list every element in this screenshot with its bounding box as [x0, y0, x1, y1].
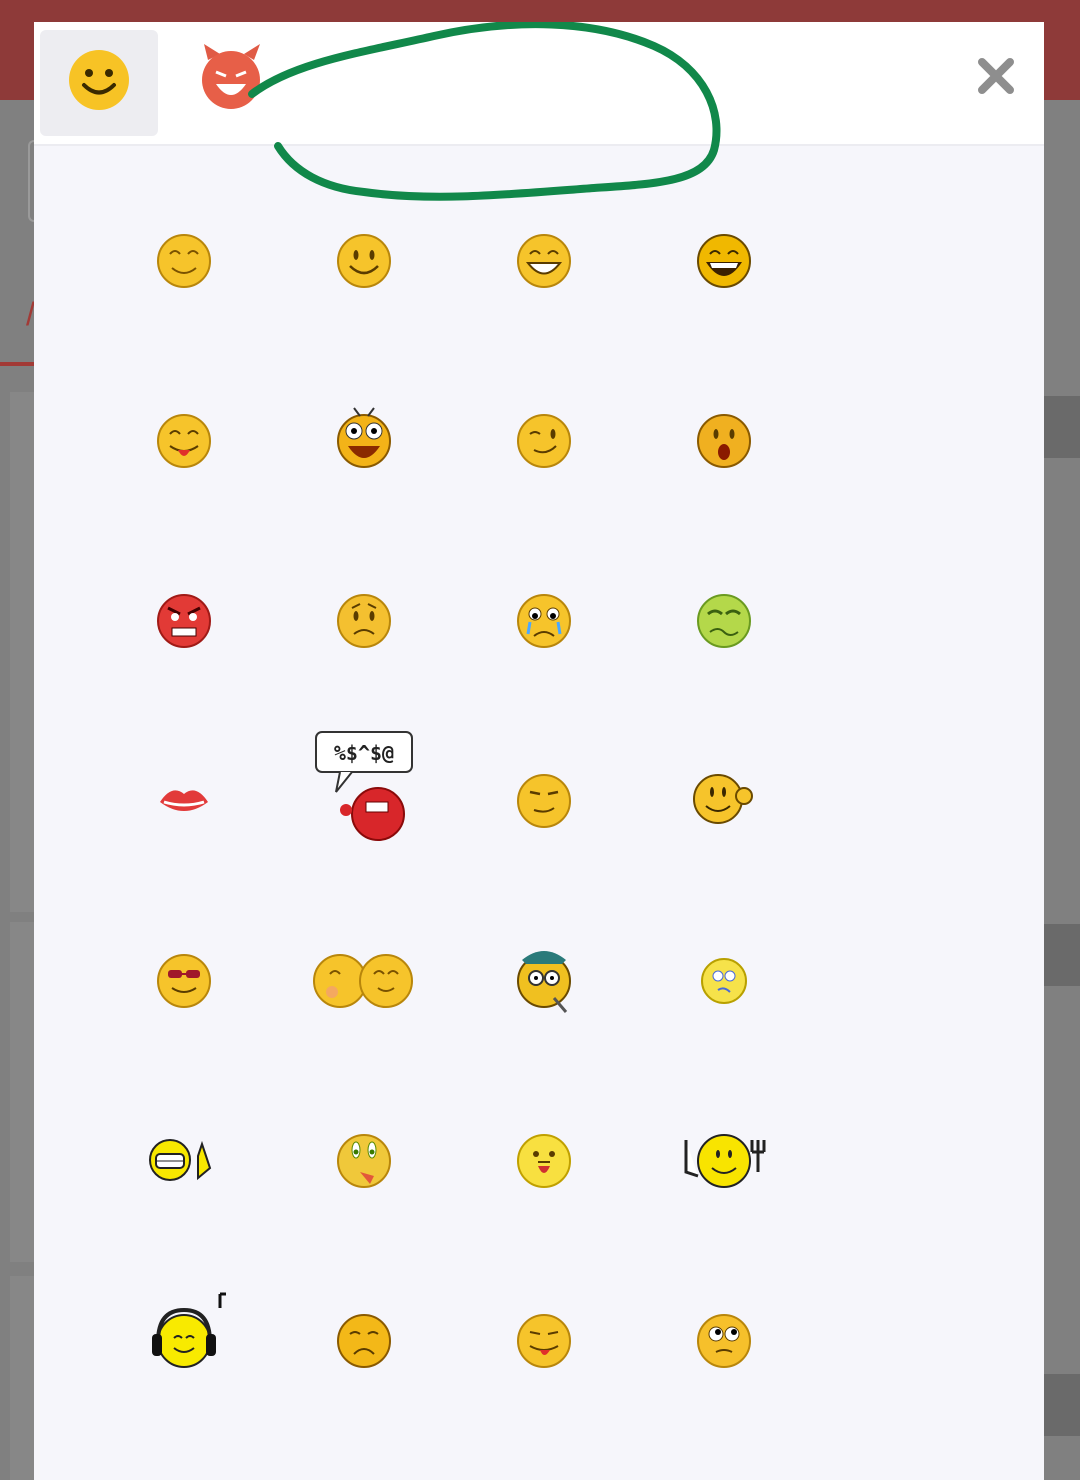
emoticon-button[interactable]	[454, 864, 634, 1044]
emoticon-button[interactable]	[634, 144, 814, 324]
nerd-magnifier-emoticon-icon	[517, 951, 571, 1013]
confused-emoticon-icon	[701, 958, 747, 1004]
emoji-picker-panel: %$^$@	[34, 22, 1044, 1480]
emoticon-button[interactable]	[94, 864, 274, 1044]
silly-emoticon-icon	[517, 1134, 571, 1188]
emoticon-button[interactable]	[634, 324, 814, 504]
emoticon-button[interactable]: %$^$@	[274, 684, 454, 864]
close-button[interactable]	[976, 56, 1016, 96]
emoticon-button[interactable]	[94, 144, 274, 324]
emoticon-button[interactable]	[454, 504, 634, 684]
emoticon-button[interactable]	[634, 1224, 814, 1404]
emoticon-button[interactable]	[274, 1044, 454, 1224]
emoticon-button[interactable]	[274, 504, 454, 684]
emoticon-button[interactable]	[454, 1224, 634, 1404]
emoticon-button[interactable]	[634, 864, 814, 1044]
cursing-emoticon-icon: %$^$@	[315, 731, 413, 841]
emoticon-button[interactable]	[634, 504, 814, 684]
eye-roll-emoticon-icon	[697, 1314, 751, 1368]
emoticon-button[interactable]	[454, 144, 634, 324]
background-badge	[1042, 924, 1080, 986]
cool-sunglasses-emoticon-icon	[157, 954, 211, 1008]
smug-emoticon-icon	[517, 774, 571, 828]
big-grin-emoticon-icon	[697, 234, 751, 288]
emoticon-button[interactable]	[94, 1224, 274, 1404]
emoticon-button[interactable]	[274, 144, 454, 324]
kiss-lips-emoticon-icon	[160, 790, 208, 811]
sad-emoticon-icon	[337, 1314, 391, 1368]
tongue-emoticon-icon	[517, 1314, 571, 1368]
emoticon-button[interactable]	[94, 504, 274, 684]
crying-emoticon-icon	[517, 594, 571, 648]
angry-emoticon-icon	[157, 594, 211, 648]
drooling-emoticon-icon	[337, 1134, 391, 1188]
emoticon-button[interactable]	[274, 864, 454, 1044]
grin-emoticon-icon	[517, 234, 571, 288]
wink-emoticon-icon	[517, 414, 571, 468]
music-headphones-emoticon-icon	[152, 1292, 226, 1368]
worried-emoticon-icon	[337, 594, 391, 648]
background-badge	[1042, 1374, 1080, 1436]
emoticon-button[interactable]	[454, 684, 634, 864]
emoticon-button[interactable]	[634, 684, 814, 864]
emoticon-button[interactable]	[94, 684, 274, 864]
thinking-emoticon-icon	[693, 774, 753, 824]
emoticon-button[interactable]	[274, 1224, 454, 1404]
devil-face-icon	[202, 44, 260, 109]
emoji-category-tabs	[34, 22, 1044, 146]
tab-smileys[interactable]	[40, 30, 158, 136]
emoticon-button[interactable]	[634, 1044, 814, 1224]
hungry-knife-fork-emoticon-icon	[684, 1134, 766, 1188]
sick-emoticon-icon	[697, 594, 751, 648]
emoticon-button[interactable]	[94, 1044, 274, 1224]
background-badge	[1042, 396, 1080, 458]
shocked-emoticon-icon	[697, 414, 751, 468]
tongue-out-emoticon-icon	[157, 414, 211, 468]
close-icon	[978, 58, 1014, 94]
emoticon-button[interactable]	[274, 324, 454, 504]
happy-emoticon-icon	[337, 234, 391, 288]
hug-emoticon-icon	[313, 954, 413, 1008]
emoticon-button[interactable]	[454, 1044, 634, 1224]
speech-bubble-text: %$^$@	[334, 741, 394, 765]
emoticon-button[interactable]	[94, 324, 274, 504]
tab-devil[interactable]	[172, 30, 290, 136]
emoticon-button[interactable]	[454, 324, 634, 504]
surprised-emoticon-icon	[337, 407, 391, 468]
smiley-face-icon	[69, 50, 129, 110]
smile-emoticon-icon	[157, 234, 211, 288]
laugh-thumbs-emoticon-icon	[149, 1139, 212, 1181]
